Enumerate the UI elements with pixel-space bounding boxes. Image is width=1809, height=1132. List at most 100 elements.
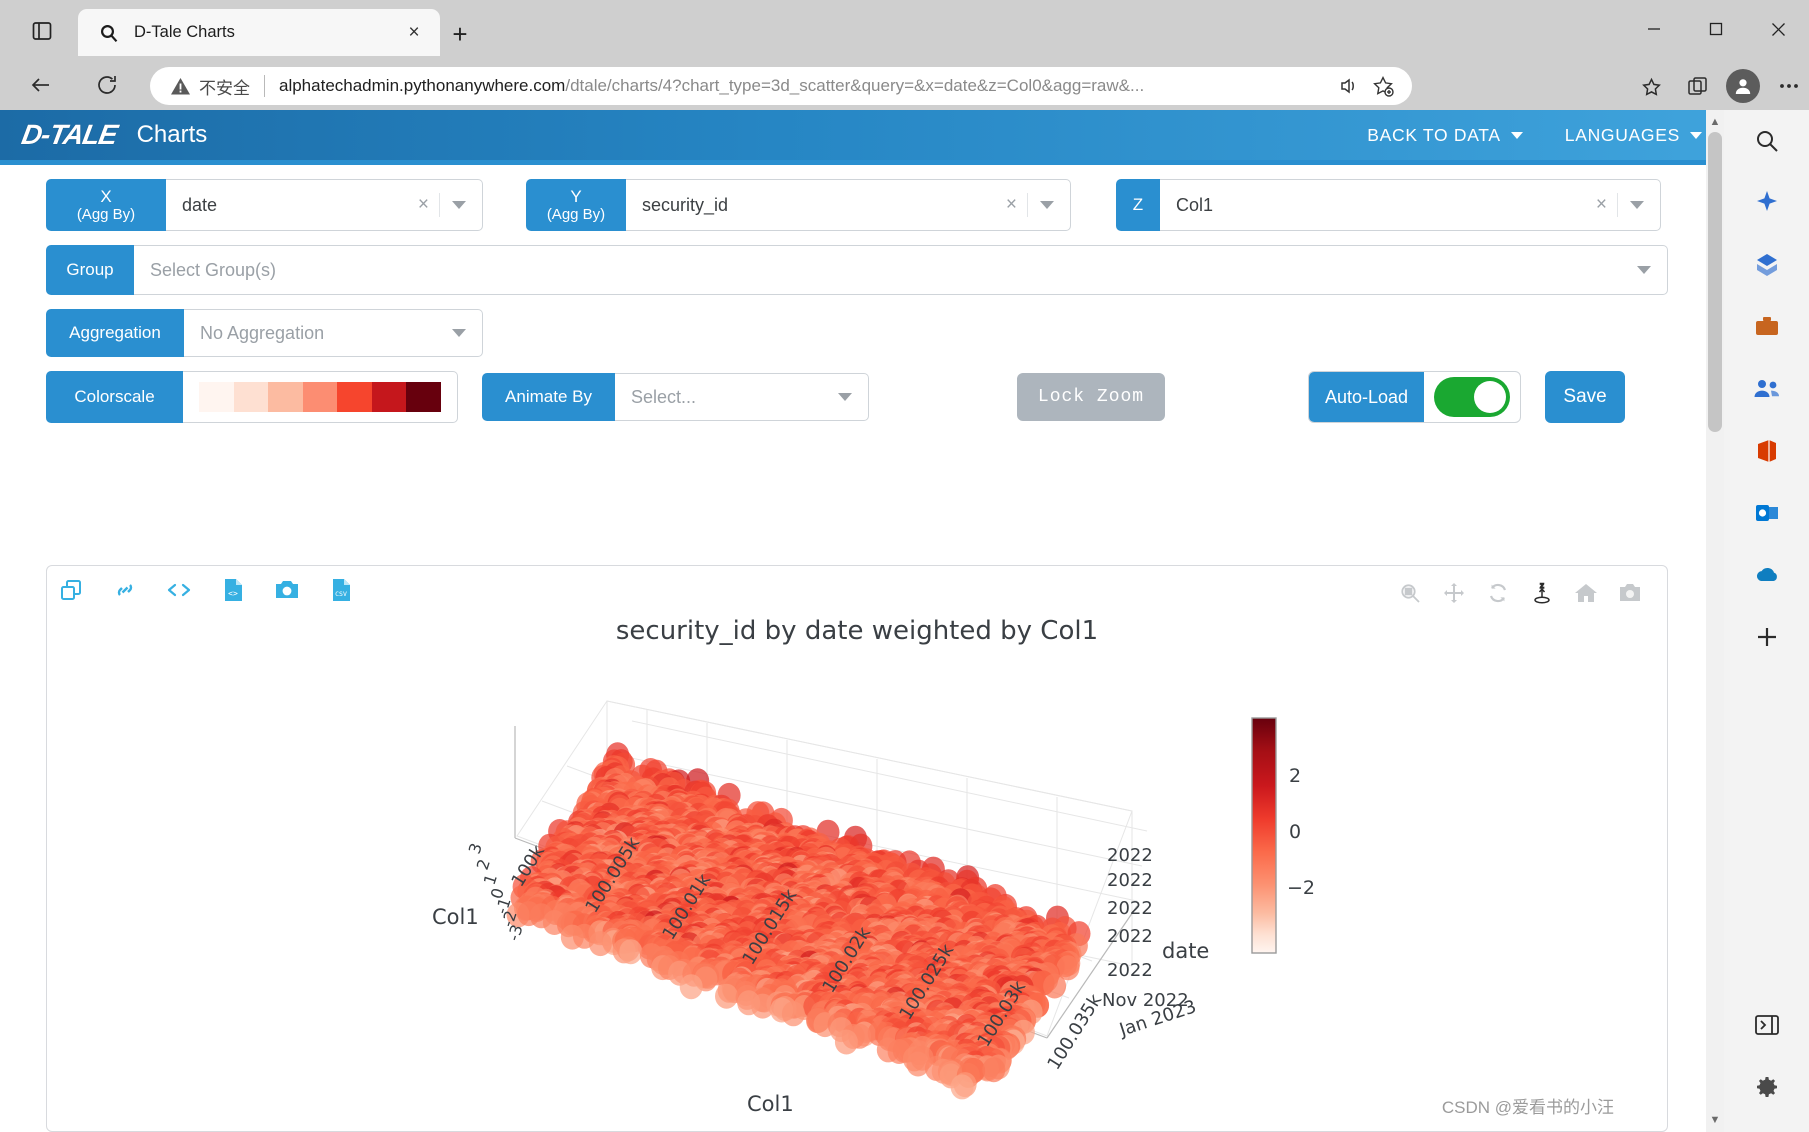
scroll-up-arrow[interactable]: ▲ xyxy=(1706,112,1724,132)
minimize-icon[interactable] xyxy=(1623,0,1685,58)
y-label-sub: (Agg By) xyxy=(546,206,606,224)
watermark: CSDN @爱看书的小汪 xyxy=(1441,1098,1614,1117)
chevron-down-icon[interactable] xyxy=(452,201,466,209)
chevron-down-icon[interactable] xyxy=(1630,201,1644,209)
x-label-sub: (Agg By) xyxy=(76,206,136,224)
tab-title: D-Tale Charts xyxy=(134,23,235,41)
z-axis-selector[interactable]: Z Col1 × xyxy=(1116,179,1661,231)
add-icon[interactable] xyxy=(1724,606,1809,668)
animate-by-value-box[interactable]: Select... xyxy=(615,373,869,421)
profile-icon[interactable] xyxy=(1723,67,1763,105)
collections-icon[interactable] xyxy=(1631,67,1671,105)
y-axis-value-box[interactable]: security_id × xyxy=(626,179,1071,231)
auto-load-control[interactable]: Auto-Load xyxy=(1308,371,1522,423)
omnibox-divider xyxy=(264,75,265,97)
z-axis-label: Z xyxy=(1116,179,1160,231)
languages-link[interactable]: LANGUAGES xyxy=(1565,125,1702,146)
settings-more-icon[interactable] xyxy=(1769,67,1809,105)
lock-zoom-button[interactable]: Lock Zoom xyxy=(1017,373,1165,421)
read-aloud-icon[interactable] xyxy=(1334,71,1364,101)
clear-icon[interactable]: × xyxy=(408,194,439,216)
clear-icon[interactable]: × xyxy=(996,194,1027,216)
y-axis-label: Y (Agg By) xyxy=(526,179,626,231)
options-row: Colorscale Animate By Select... Lock Zoo… xyxy=(0,371,1724,423)
scene-3d: 100k 100.005k 100.01k 100.015k 100.02k 1… xyxy=(432,700,1209,1116)
toggle-knob xyxy=(1474,381,1507,413)
auto-load-toggle[interactable] xyxy=(1434,377,1511,417)
address-bar[interactable]: 不安全 alphatechadmin.pythonanywhere.com/dt… xyxy=(150,67,1412,105)
group-value-box[interactable]: Select Group(s) xyxy=(134,245,1668,295)
office-icon[interactable] xyxy=(1724,420,1809,482)
clear-icon[interactable]: × xyxy=(1586,194,1617,216)
search-icon[interactable] xyxy=(1724,110,1809,172)
close-icon[interactable] xyxy=(1747,0,1809,58)
chart-panel: <> CSV z security_id by date weighted by… xyxy=(46,565,1668,1132)
gear-icon[interactable] xyxy=(1724,1056,1809,1118)
save-button[interactable]: Save xyxy=(1545,371,1626,423)
chevron-down-icon[interactable] xyxy=(452,329,466,337)
svg-text:2022: 2022 xyxy=(1107,926,1153,947)
security-status-label: 不安全 xyxy=(199,78,250,98)
shopping-icon[interactable] xyxy=(1724,234,1809,296)
outlook-icon[interactable] xyxy=(1724,482,1809,544)
colorbar-gradient xyxy=(1251,717,1277,954)
window-controls xyxy=(1623,0,1809,58)
colorbar-ticks: 2 0 −2 xyxy=(1287,765,1315,899)
scatter3d-plot[interactable]: 100k 100.005k 100.01k 100.015k 100.02k 1… xyxy=(47,566,1667,1131)
browser-titlebar: D-Tale Charts × + xyxy=(0,0,1809,58)
expand-sidebar-icon[interactable] xyxy=(1724,994,1809,1056)
animate-by-selector[interactable]: Animate By Select... xyxy=(482,373,869,421)
new-tab-button[interactable]: + xyxy=(442,16,478,52)
colorbar-tick-2: −2 xyxy=(1287,877,1315,899)
group-selector[interactable]: Group Select Group(s) xyxy=(46,245,1668,295)
scrollbar-thumb[interactable] xyxy=(1708,132,1722,432)
maximize-icon[interactable] xyxy=(1685,0,1747,58)
back-arrow-icon[interactable] xyxy=(22,66,60,104)
browser-tab[interactable]: D-Tale Charts × xyxy=(78,9,440,56)
onedrive-icon[interactable] xyxy=(1724,544,1809,606)
aggregation-row: Aggregation No Aggregation xyxy=(0,309,1724,357)
chart-controls: X (Agg By) date × Y (Agg By) security_id xyxy=(0,165,1724,423)
page-scrollbar[interactable]: ▲ ▼ xyxy=(1706,110,1724,1132)
favorite-add-icon[interactable] xyxy=(1368,71,1398,101)
scroll-down-arrow[interactable]: ▼ xyxy=(1706,1110,1724,1130)
svg-text:2022: 2022 xyxy=(1107,870,1153,891)
animate-by-label-text: Animate By xyxy=(505,387,592,407)
avatar[interactable] xyxy=(1726,69,1760,103)
aggregation-selector[interactable]: Aggregation No Aggregation xyxy=(46,309,483,357)
auto-load-label: Auto-Load xyxy=(1309,372,1425,422)
copilot-icon[interactable] xyxy=(1724,172,1809,234)
aggregation-label-text: Aggregation xyxy=(69,323,161,343)
z-axis-value-box[interactable]: Col1 × xyxy=(1160,179,1661,231)
close-icon[interactable]: × xyxy=(400,19,428,47)
svg-text:2022: 2022 xyxy=(1107,960,1153,981)
x-axis-value-box[interactable]: date × xyxy=(166,179,483,231)
group-label-text: Group xyxy=(66,260,114,280)
url-domain: alphatechadmin.pythonanywhere.com xyxy=(279,76,566,95)
x-axis-selector[interactable]: X (Agg By) date × xyxy=(46,179,483,231)
y-axis-title: Col1 xyxy=(747,1092,794,1116)
back-to-data-link[interactable]: BACK TO DATA xyxy=(1367,125,1523,146)
svg-text:2022: 2022 xyxy=(1107,845,1153,866)
colorscale-value-box[interactable] xyxy=(183,371,458,423)
y-axis-selector[interactable]: Y (Agg By) security_id × xyxy=(526,179,1071,231)
colorscale-selector[interactable]: Colorscale xyxy=(46,371,458,423)
divider xyxy=(439,193,440,217)
chevron-down-icon[interactable] xyxy=(1637,266,1651,274)
tools-icon[interactable] xyxy=(1724,296,1809,358)
z-axis-title: Col1 xyxy=(432,905,479,929)
chevron-down-icon[interactable] xyxy=(838,393,852,401)
aggregation-value-box[interactable]: No Aggregation xyxy=(184,309,483,357)
reload-icon[interactable] xyxy=(88,66,126,104)
back-to-data-label: BACK TO DATA xyxy=(1367,124,1501,145)
svg-text:2022: 2022 xyxy=(1107,898,1153,919)
edge-sidebar xyxy=(1724,110,1809,1132)
z-label-main: Z xyxy=(1132,195,1144,215)
colorscale-label: Colorscale xyxy=(46,371,183,423)
browser-essentials-icon[interactable] xyxy=(1677,67,1717,105)
divider xyxy=(1027,193,1028,217)
chevron-down-icon[interactable] xyxy=(1040,201,1054,209)
tab-actions-icon[interactable] xyxy=(22,14,62,48)
group-row: Group Select Group(s) xyxy=(0,245,1724,295)
people-icon[interactable] xyxy=(1724,358,1809,420)
